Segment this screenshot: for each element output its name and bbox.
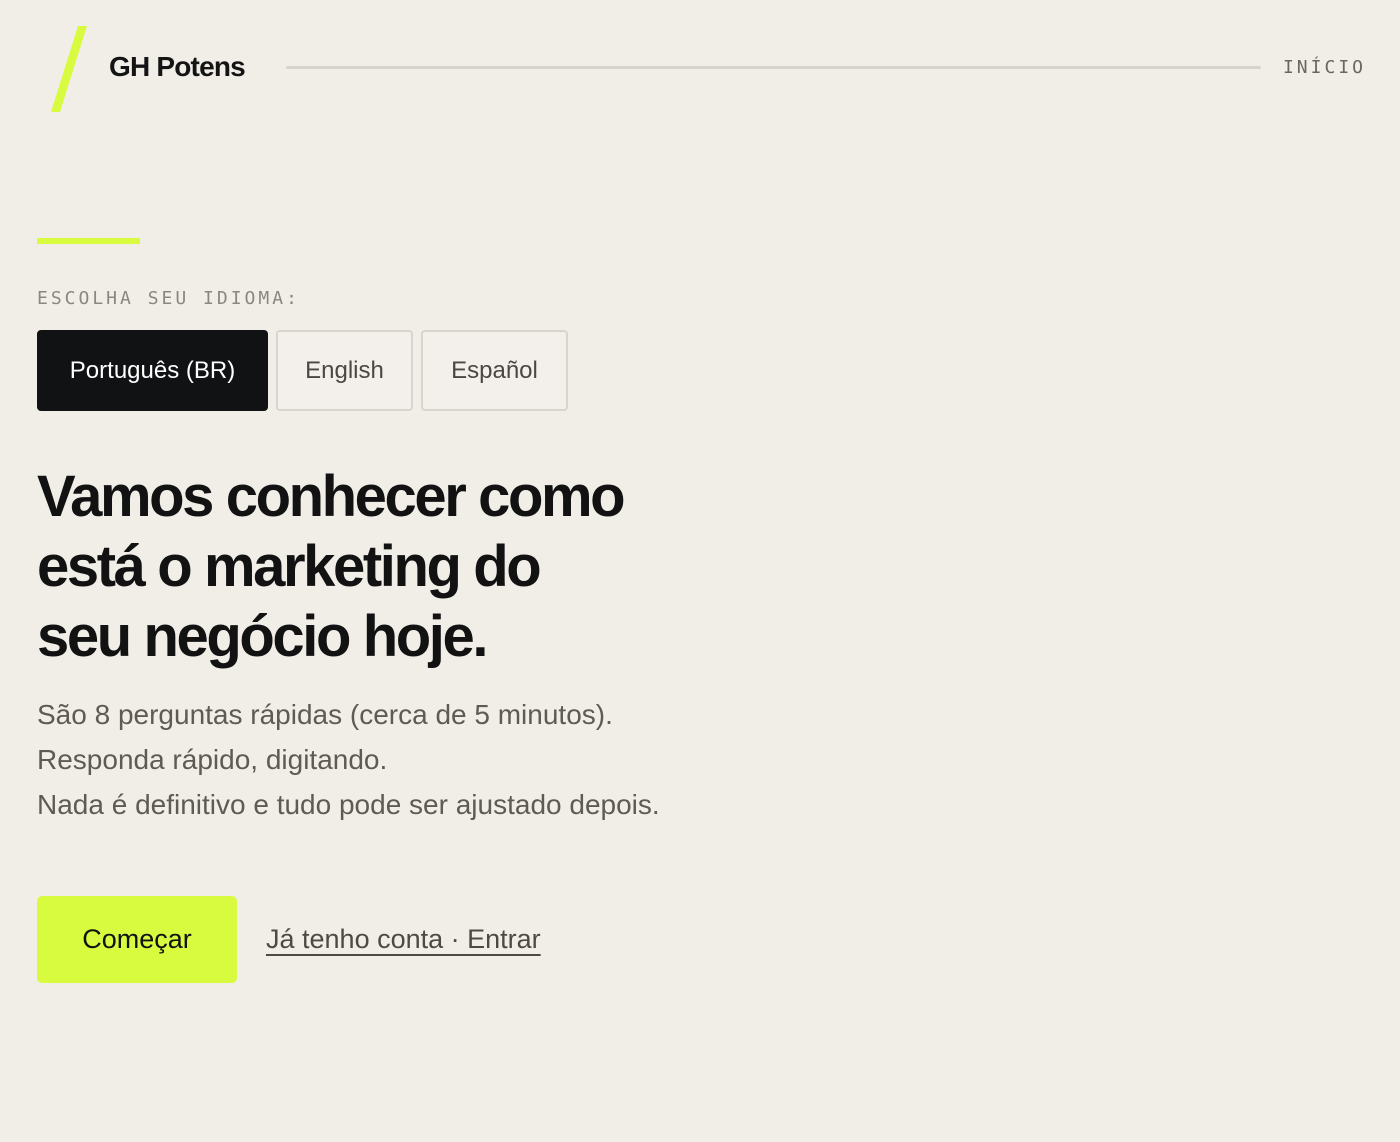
language-label: ESCOLHA SEU IDIOMA: <box>37 288 300 309</box>
intro-text: São 8 perguntas rápidas (cerca de 5 minu… <box>37 692 837 827</box>
header-divider <box>286 66 1261 69</box>
brand-name[interactable]: GH Potens <box>109 50 246 84</box>
site-header: GH Potens INÍCIO <box>0 0 1400 140</box>
headline-line: seu negócio hoje. <box>37 604 488 669</box>
page: GH Potens INÍCIO ESCOLHA SEU IDIOMA: Por… <box>0 0 1400 1142</box>
page-headline: Vamos conhecer como está o marketing do … <box>37 462 757 672</box>
login-link[interactable]: Já tenho conta · Entrar <box>266 922 541 956</box>
language-option-pt-br[interactable]: Português (BR) <box>37 330 268 411</box>
intro-line: Nada é definitivo e tudo pode ser ajusta… <box>37 789 660 820</box>
language-option-en[interactable]: English <box>276 330 413 411</box>
language-selector: Português (BR) English Español <box>37 330 568 411</box>
logo-slash-icon <box>51 26 87 112</box>
headline-line: Vamos conhecer como <box>37 464 626 529</box>
nav-home-link[interactable]: INÍCIO <box>1283 56 1366 80</box>
accent-bar <box>37 238 140 244</box>
headline-line: está o marketing do <box>37 534 542 599</box>
intro-line: Responda rápido, digitando. <box>37 744 388 775</box>
intro-line: São 8 perguntas rápidas (cerca de 5 minu… <box>37 699 613 730</box>
start-button[interactable]: Começar <box>37 896 237 983</box>
language-option-es[interactable]: Español <box>421 330 568 411</box>
